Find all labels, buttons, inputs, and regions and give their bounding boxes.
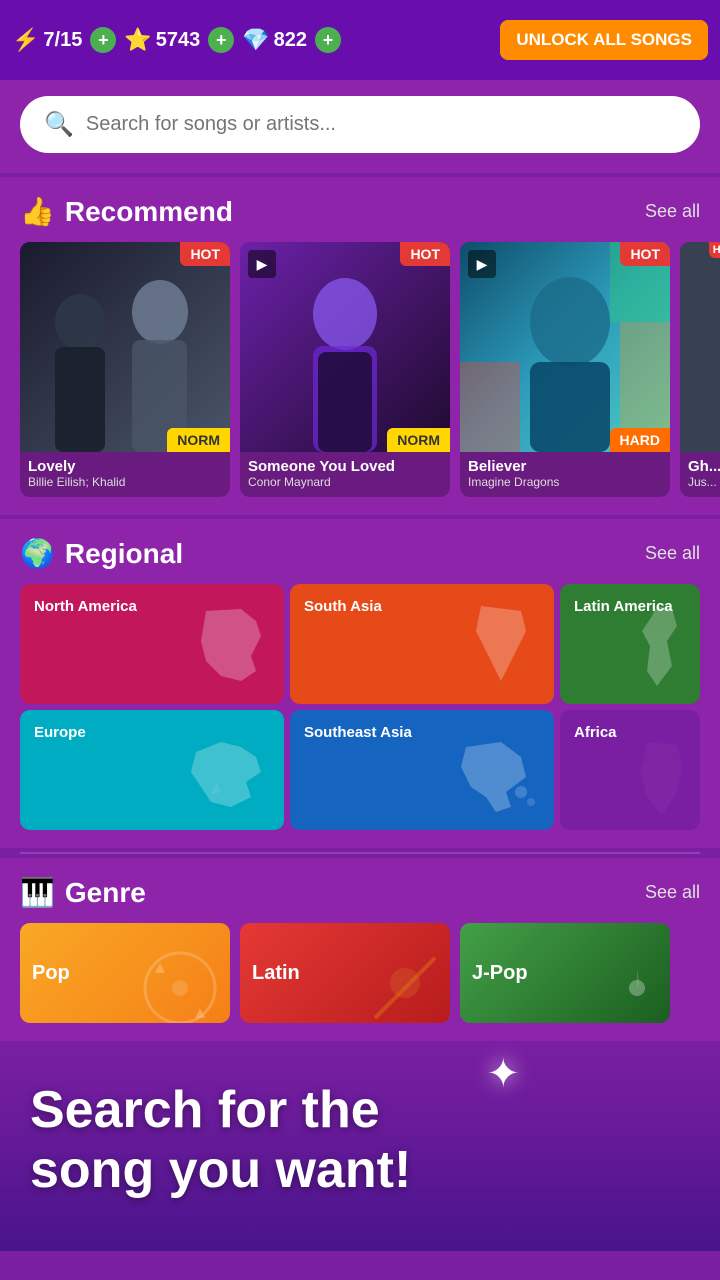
genre-see-all[interactable]: See all: [645, 882, 700, 903]
south-asia-map-icon: [456, 601, 546, 696]
regional-header: 🌍 Regional See all: [0, 537, 720, 584]
top-bar: ⚡ 7/15 + ⭐ 5743 + 💎 822 + UNLOCK ALL SON…: [0, 0, 720, 80]
region-southeast-asia-label: Southeast Asia: [304, 724, 412, 741]
region-latin-america[interactable]: Latin America: [560, 584, 700, 704]
song-card-lovely[interactable]: HOT NORM Lovely Billie Eilish; Khalid: [20, 242, 230, 497]
song-card-someone[interactable]: ▶ HOT NORM Someone You Loved Conor Mayna…: [240, 242, 450, 497]
genre-jpop-label: J-Pop: [472, 962, 528, 985]
recommend-see-all[interactable]: See all: [645, 201, 700, 222]
lives-value: 7/15: [43, 29, 82, 52]
regional-grid: North America South Asia Latin America: [0, 584, 720, 830]
genre-pop-label: Pop: [32, 962, 70, 985]
song-name-someone: Someone You Loved: [248, 458, 442, 475]
region-africa[interactable]: Africa: [560, 710, 700, 830]
diff-badge-lovely: NORM: [167, 428, 230, 452]
genre-card-latin[interactable]: Latin: [240, 923, 450, 1023]
region-south-asia-label: South Asia: [304, 598, 382, 615]
region-southeast-asia[interactable]: Southeast Asia: [290, 710, 554, 830]
song-artist-believer: Imagine Dragons: [468, 475, 662, 489]
diamonds-plus-button[interactable]: +: [315, 27, 341, 53]
genre-title: 🎹 Genre: [20, 876, 146, 909]
region-south-asia[interactable]: South Asia: [290, 584, 554, 704]
hot-badge-believer: HOT: [620, 242, 670, 266]
unlock-all-songs-button[interactable]: UNLOCK ALL SONGS: [500, 20, 708, 60]
region-africa-label: Africa: [574, 724, 617, 741]
genre-section: 🎹 Genre See all Pop Latin: [0, 858, 720, 1041]
piano-icon: 🎹: [20, 876, 55, 909]
stars-plus-button[interactable]: +: [208, 27, 234, 53]
stars-value: 5743: [156, 29, 201, 52]
region-europe-label: Europe: [34, 724, 86, 741]
recommend-section: 👍 Recommend See all: [0, 177, 720, 515]
song-artist-someone: Conor Maynard: [248, 475, 442, 489]
regional-see-all[interactable]: See all: [645, 543, 700, 564]
diff-badge-someone: NORM: [387, 428, 450, 452]
lightning-icon: ⚡: [12, 27, 39, 53]
diff-badge-believer: HARD: [610, 428, 670, 452]
song-info-believer: Believer Imagine Dragons: [460, 452, 670, 497]
southeast-asia-map-icon: [456, 737, 546, 822]
search-bar[interactable]: 🔍: [20, 96, 700, 153]
region-latin-america-label: Latin America: [574, 598, 673, 615]
stats-group: ⚡ 7/15 + ⭐ 5743 + 💎 822 +: [12, 27, 494, 53]
song-info-someone: Someone You Loved Conor Maynard: [240, 452, 450, 497]
play-icon-someone: ▶: [248, 250, 276, 278]
song-artist-lovely: Billie Eilish; Khalid: [28, 475, 222, 489]
regional-title: 🌍 Regional: [20, 537, 183, 570]
song-name-believer: Believer: [468, 458, 662, 475]
diamonds-stat: 💎 822: [242, 27, 307, 53]
stars-stat: ⭐ 5743: [124, 27, 200, 53]
search-section: 🔍: [0, 80, 720, 173]
latin-america-map-icon: [632, 601, 692, 696]
region-europe[interactable]: Europe: [20, 710, 284, 830]
europe-map-icon: [186, 737, 276, 822]
song-artist-partial: Jus...: [688, 475, 720, 489]
hot-badge-partial: HOT: [709, 242, 720, 258]
section-divider: [20, 852, 700, 854]
song-card-believer[interactable]: ▶ HOT HARD Believer Imagine Dragons: [460, 242, 670, 497]
lives-stat: ⚡ 7/15: [12, 27, 82, 53]
search-icon: 🔍: [44, 110, 74, 139]
hot-badge-someone: HOT: [400, 242, 450, 266]
genre-card-jpop[interactable]: J-Pop: [460, 923, 670, 1023]
recommend-title: 👍 Recommend: [20, 195, 233, 228]
recommend-header: 👍 Recommend See all: [0, 195, 720, 242]
region-north-america-label: North America: [34, 598, 137, 615]
regional-section: 🌍 Regional See all North America South A…: [0, 519, 720, 848]
thumbs-up-icon: 👍: [20, 195, 55, 228]
songs-row: HOT NORM Lovely Billie Eilish; Khalid: [0, 242, 720, 497]
genre-header: 🎹 Genre See all: [0, 876, 720, 923]
region-north-america[interactable]: North America: [20, 584, 284, 704]
song-card-partial[interactable]: HOT Gh... Jus...: [680, 242, 720, 497]
star-icon: ⭐: [124, 27, 151, 53]
song-info-partial: Gh... Jus...: [680, 452, 720, 497]
lives-plus-button[interactable]: +: [90, 27, 116, 53]
genre-latin-label: Latin: [252, 962, 300, 985]
play-icon-believer: ▶: [468, 250, 496, 278]
song-info-lovely: Lovely Billie Eilish; Khalid: [20, 452, 230, 497]
diamond-icon: 💎: [242, 27, 269, 53]
search-input[interactable]: [86, 113, 676, 136]
genre-card-pop[interactable]: Pop: [20, 923, 230, 1023]
bottom-banner: ✦ Search for the song you want!: [0, 1041, 720, 1251]
africa-map-icon: [632, 737, 692, 822]
song-name-lovely: Lovely: [28, 458, 222, 475]
song-name-partial: Gh...: [688, 458, 720, 475]
globe-icon: 🌍: [20, 537, 55, 570]
bottom-banner-text: Search for the song you want!: [30, 1081, 690, 1201]
hot-badge-lovely: HOT: [180, 242, 230, 266]
genre-row: Pop Latin J-Pop: [0, 923, 720, 1041]
north-america-map-icon: [186, 601, 276, 696]
diamonds-value: 822: [274, 29, 307, 52]
